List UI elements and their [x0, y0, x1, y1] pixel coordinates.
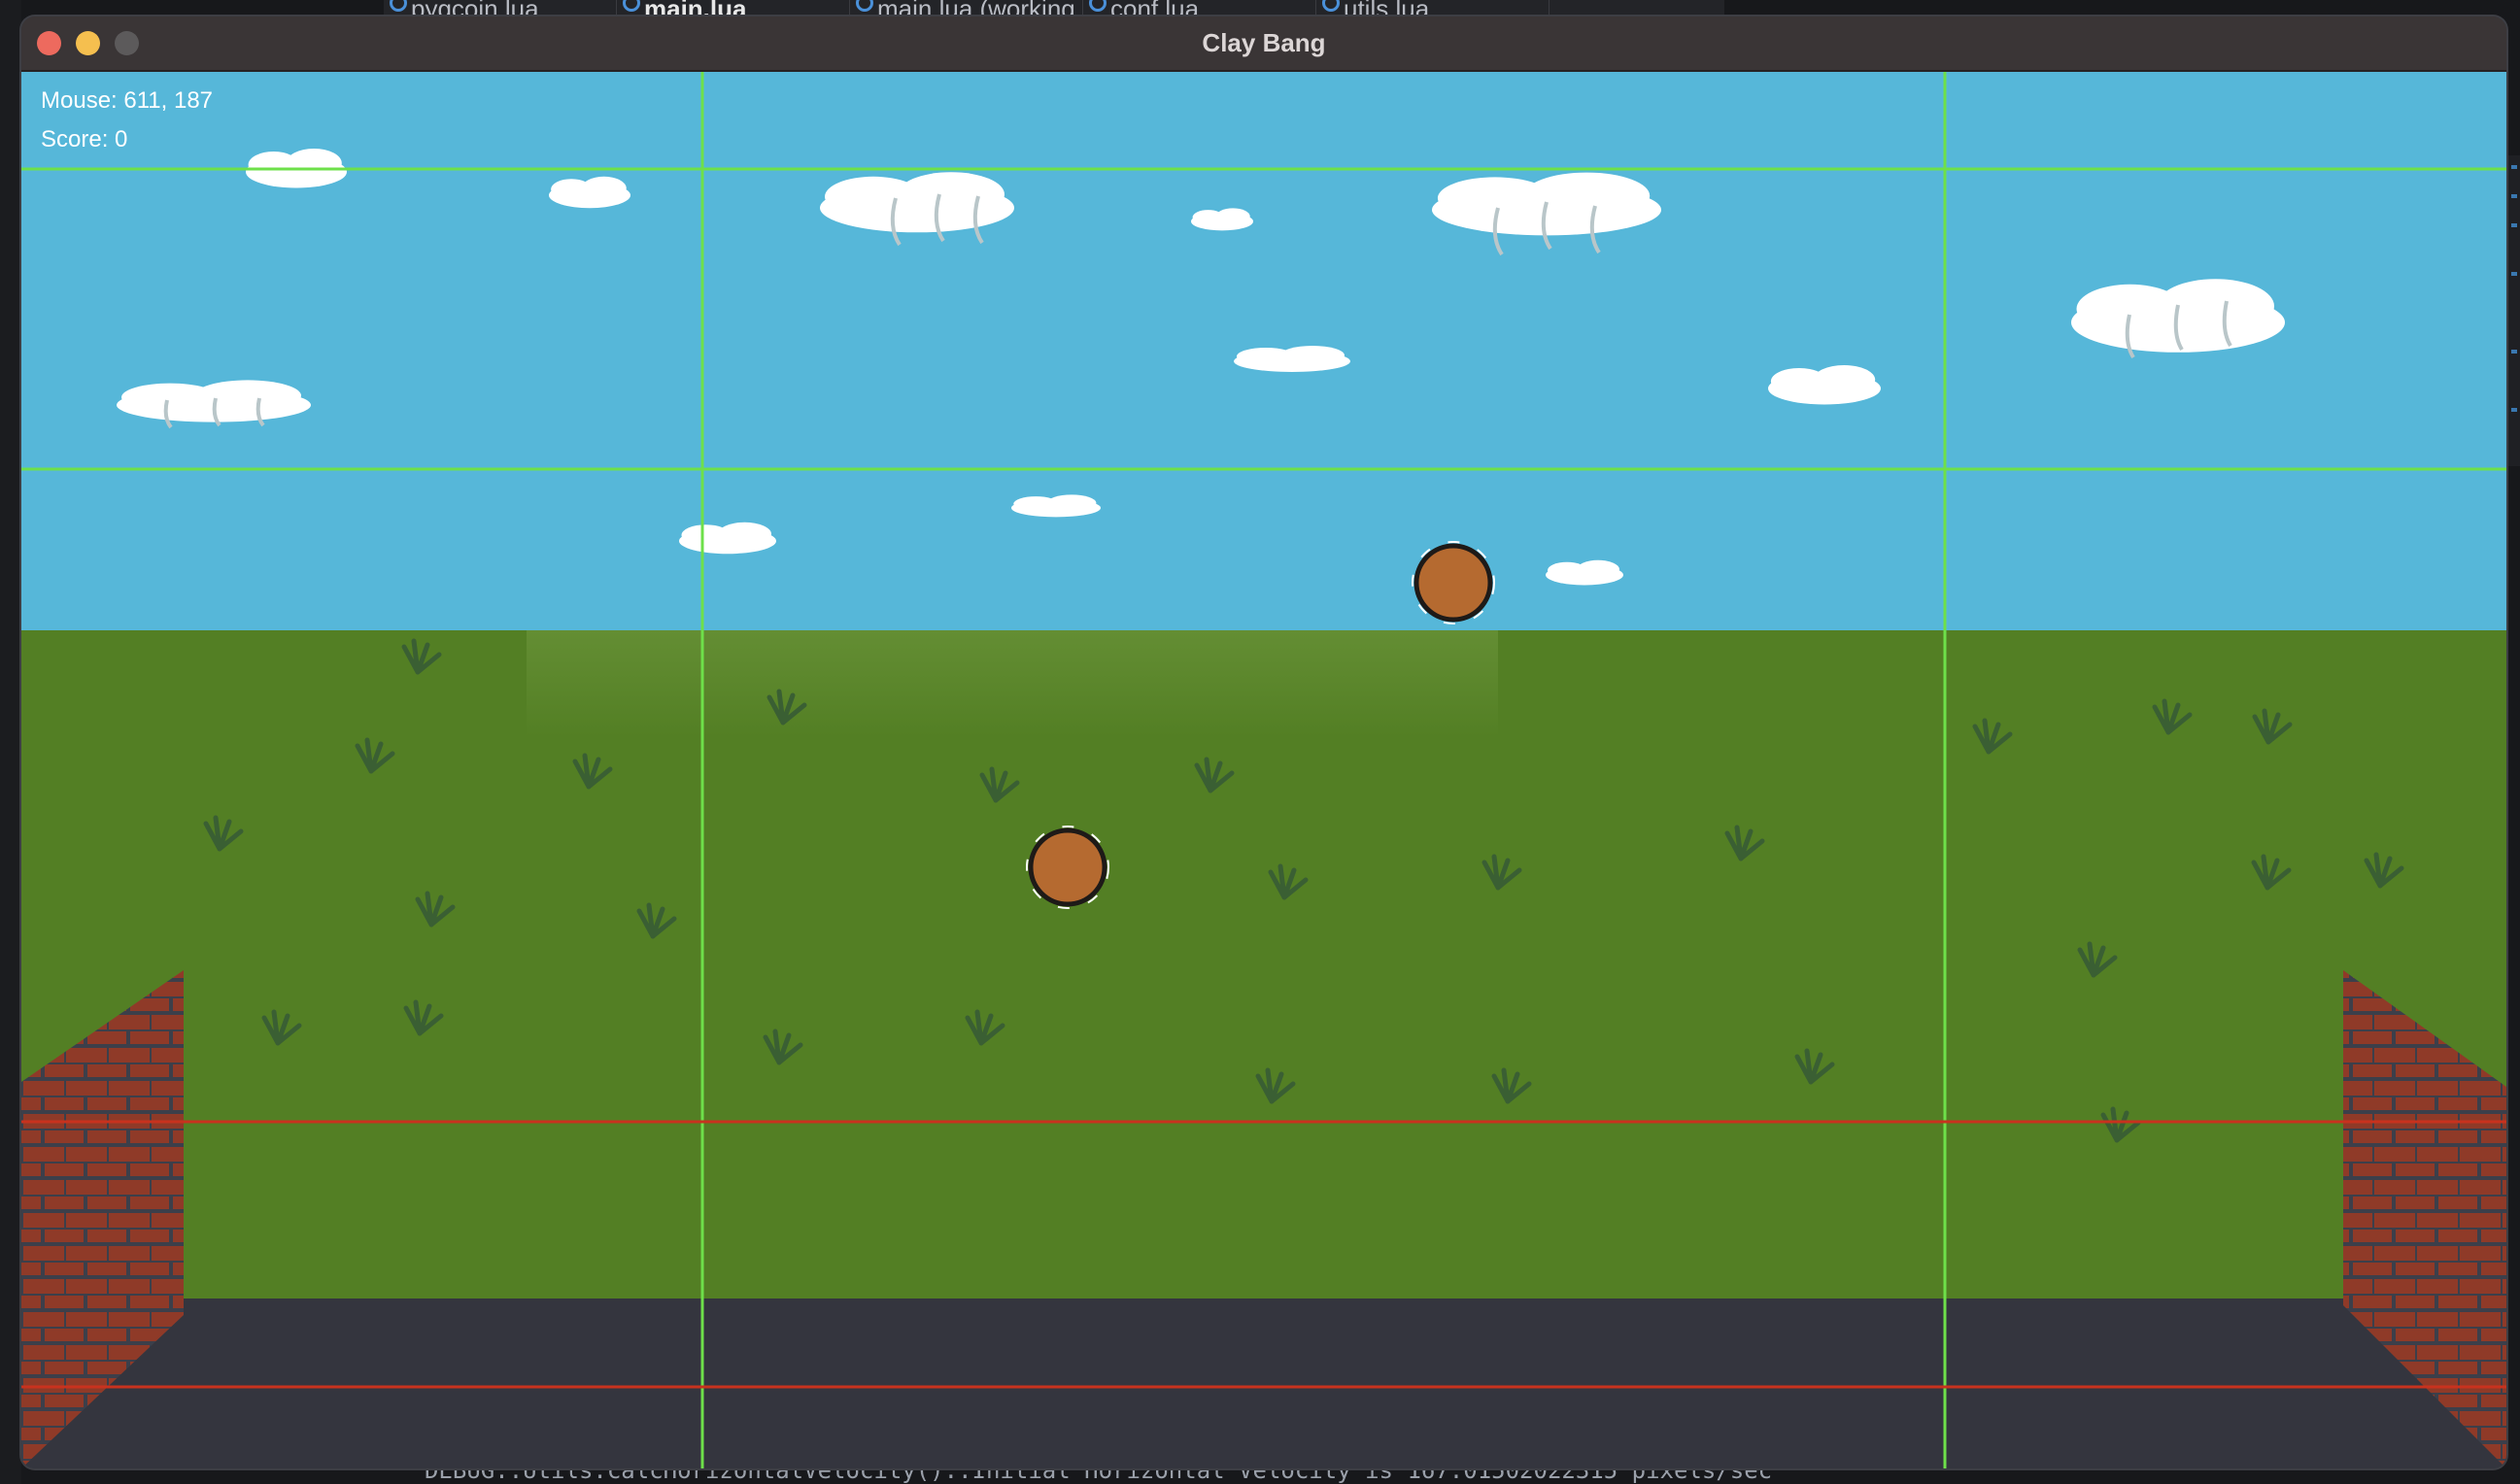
mouse-coordinates: Mouse: 611, 187: [41, 87, 214, 114]
editor-tab[interactable]: conf.lua: [1083, 0, 1316, 17]
editor-minimap: [2508, 155, 2520, 466]
guide-lines: [21, 72, 2506, 1468]
editor-tab-bar: pygcoin.lua main.lua main.lua (working t…: [384, 0, 1724, 17]
left-brick-wall: [21, 970, 184, 1468]
grass-tufts: [206, 641, 2401, 1140]
game-window: Clay Bang Mouse: 611, 187 Score: 0: [21, 17, 2506, 1468]
clay-target[interactable]: [1412, 541, 1495, 624]
editor-tab[interactable]: utils.lua: [1316, 0, 1549, 17]
window-title: Clay Bang: [1202, 28, 1326, 57]
brick-walls: [21, 970, 2506, 1468]
scene-layer: [21, 72, 2506, 1468]
editor-tab[interactable]: main.lua (working tree): [850, 0, 1083, 17]
right-brick-wall: [2343, 970, 2506, 1468]
game-canvas[interactable]: Mouse: 611, 187 Score: 0: [21, 72, 2506, 1468]
clay-target[interactable]: [1026, 826, 1109, 909]
editor-tab[interactable]: main.lua: [617, 0, 850, 17]
title-bar[interactable]: Clay Bang: [21, 17, 2506, 72]
score-display: Score: 0: [41, 126, 128, 152]
clouds: [117, 149, 2285, 586]
editor-tab[interactable]: pygcoin.lua: [384, 0, 617, 17]
editor-sidebar: [0, 0, 21, 1484]
